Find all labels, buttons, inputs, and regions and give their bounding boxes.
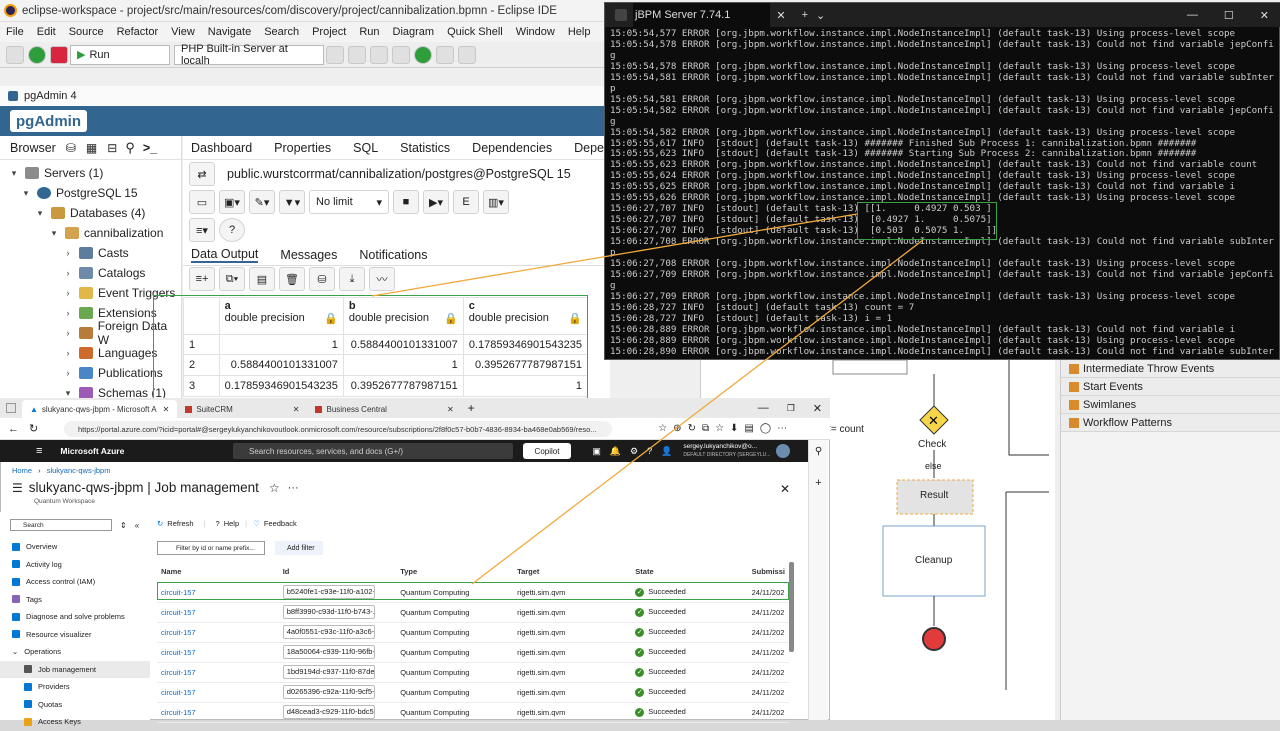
connector-line-grid-to-terminal <box>371 213 858 297</box>
connector-overlay <box>371 213 924 585</box>
connector-line-job-to-terminal <box>471 239 924 585</box>
